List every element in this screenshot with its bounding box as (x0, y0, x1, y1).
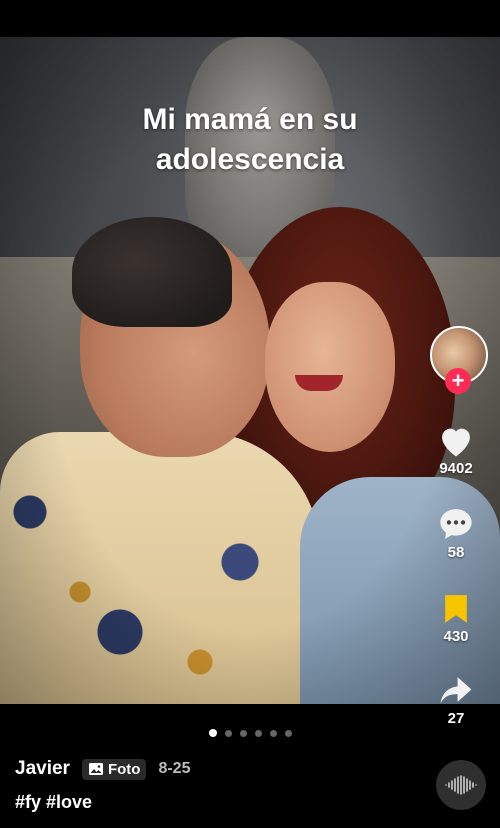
hashtags[interactable]: #fy #love (15, 792, 92, 813)
carousel-dot[interactable] (269, 730, 277, 737)
share-count: 27 (447, 710, 465, 727)
post-meta: Javier Foto 8-25 (15, 756, 190, 782)
author-name[interactable]: Javier (15, 758, 70, 780)
carousel-dot[interactable] (254, 730, 262, 737)
music-wave-icon (445, 775, 477, 795)
carousel-dot[interactable] (239, 730, 247, 737)
carousel-indicator[interactable] (0, 729, 500, 737)
photo-icon (88, 763, 103, 775)
share-arrow-icon (440, 677, 472, 704)
author-avatar-button[interactable]: + (430, 326, 488, 396)
comment-button[interactable]: 58 (424, 506, 488, 561)
carousel-dot[interactable] (284, 730, 292, 737)
heart-icon (442, 428, 470, 457)
photo-caption: Mi mamá en su adolescencia (0, 100, 500, 180)
follow-button[interactable]: + (445, 368, 471, 394)
save-count: 430 (443, 628, 469, 645)
like-button[interactable]: 9402 (424, 424, 488, 477)
share-button[interactable]: 27 (424, 674, 488, 727)
comment-bubble-icon (440, 509, 472, 539)
caption-line-1: Mi mamá en su (142, 103, 358, 136)
post-date: 8-25 (158, 760, 191, 777)
post-type-label: Foto (107, 760, 141, 778)
save-button[interactable]: 430 (424, 592, 488, 645)
like-count: 9402 (439, 460, 473, 477)
caption-line-2: adolescencia (155, 143, 345, 176)
carousel-dot[interactable] (224, 730, 232, 737)
bookmark-icon (445, 595, 467, 623)
comment-count: 58 (447, 544, 465, 561)
carousel-dot[interactable] (208, 729, 217, 737)
post-type-badge: Foto (81, 758, 147, 780)
music-disc-button[interactable] (436, 760, 486, 810)
